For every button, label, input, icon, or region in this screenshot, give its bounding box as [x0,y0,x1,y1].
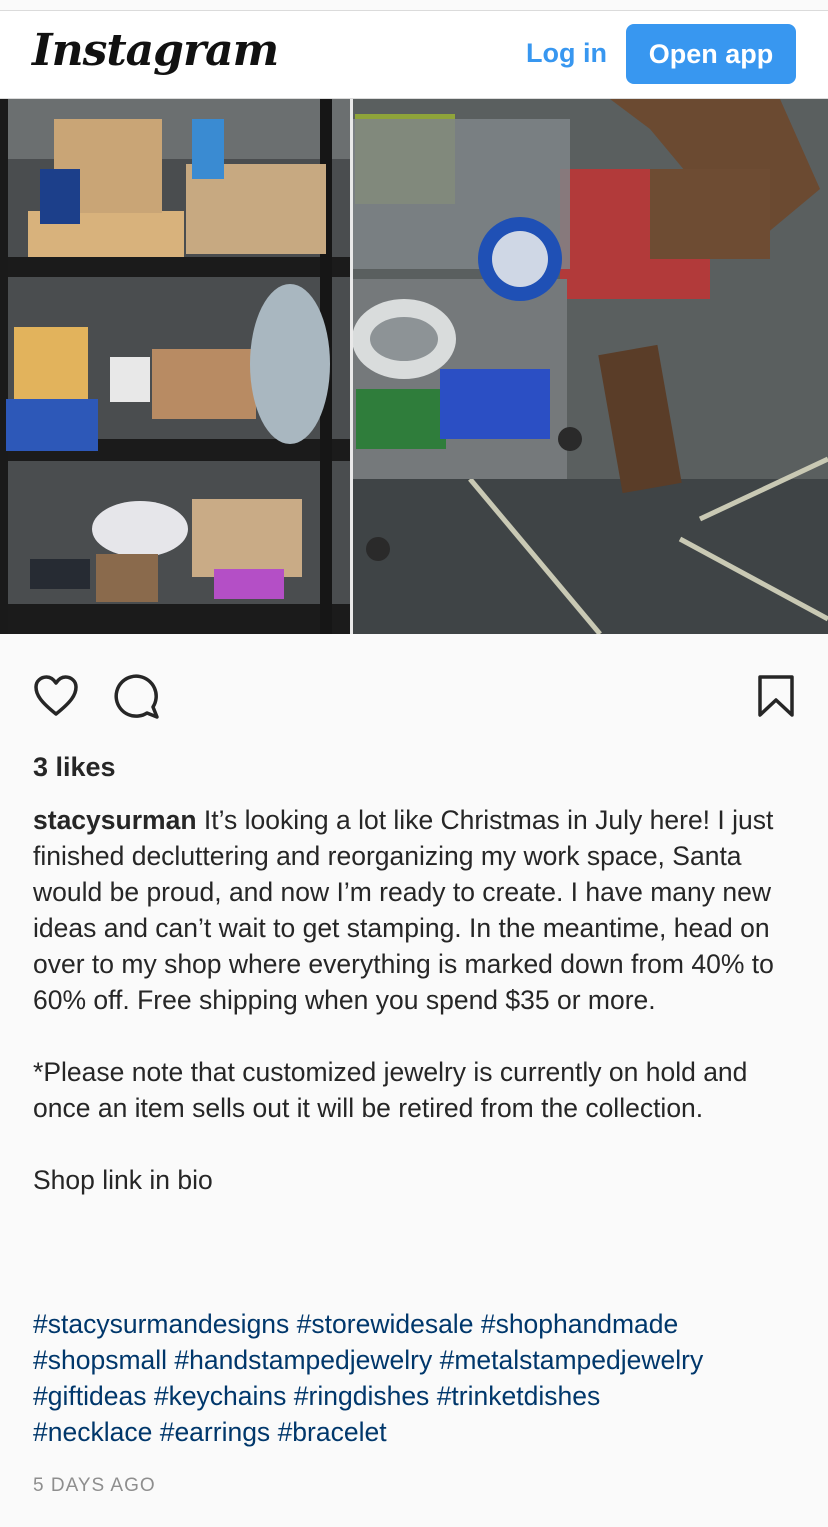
hashtag-link[interactable]: #bracelet [278,1417,387,1447]
hashtag-link[interactable]: #handstampedjewelry [174,1345,432,1375]
caption-username[interactable]: stacysurman [33,805,197,835]
action-bar [0,670,828,722]
login-link[interactable]: Log in [526,38,607,69]
hashtag-link[interactable]: #storewidesale [297,1309,474,1339]
post-photo[interactable] [0,99,828,634]
hashtag-link[interactable]: #necklace [33,1417,152,1447]
hashtag-link[interactable]: #metalstampedjewelry [440,1345,704,1375]
post-caption: stacysurman It’s looking a lot like Chri… [33,802,803,1198]
likes-count[interactable]: 3 likes [33,752,116,783]
hashtag-link[interactable]: #giftideas [33,1381,146,1411]
comment-icon[interactable] [113,674,161,725]
hashtag-link[interactable]: #trinketdishes [437,1381,601,1411]
bookmark-icon[interactable] [757,674,795,723]
instagram-logo[interactable]: Instagram [32,25,279,76]
status-strip [0,0,828,11]
open-app-button[interactable]: Open app [626,24,796,84]
hashtag-link[interactable]: #shophandmade [481,1309,678,1339]
post-image [0,99,828,634]
hashtag-link[interactable]: #keychains [154,1381,287,1411]
caption-text: It’s looking a lot like Christmas in Jul… [33,805,774,1195]
post-timestamp[interactable]: 5 DAYS AGO [33,1475,156,1497]
hashtag-link[interactable]: #shopsmall [33,1345,167,1375]
hashtag-list: #stacysurmandesigns #storewidesale #shop… [33,1306,803,1450]
heart-icon[interactable] [33,674,79,723]
hashtag-link[interactable]: #ringdishes [294,1381,430,1411]
hashtag-link[interactable]: #earrings [160,1417,270,1447]
hashtag-link[interactable]: #stacysurmandesigns [33,1309,289,1339]
top-bar: Instagram Log in Open app [0,11,828,99]
